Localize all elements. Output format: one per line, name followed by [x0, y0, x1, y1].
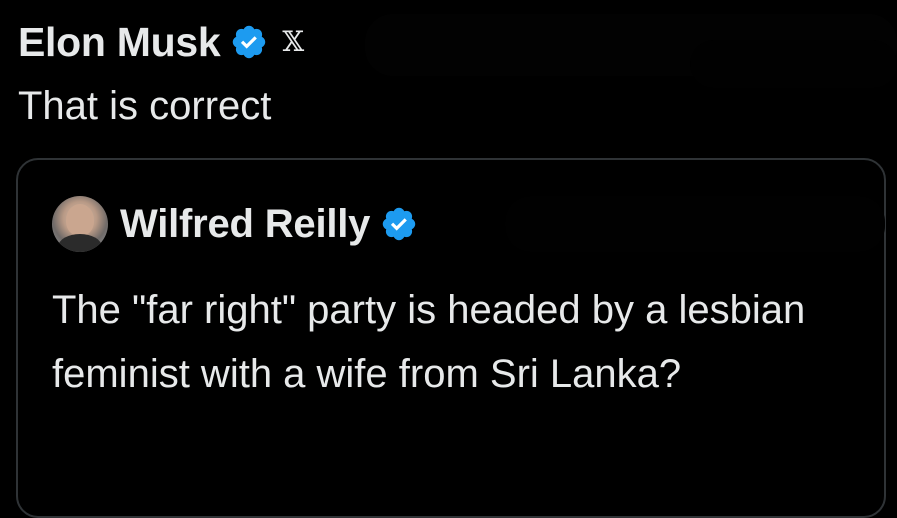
author-name[interactable]: Elon Musk: [18, 19, 221, 66]
author-row: Elon Musk 𝕏: [18, 12, 304, 72]
x-logo-icon[interactable]: 𝕏: [282, 28, 304, 56]
verified-badge-icon[interactable]: [380, 205, 418, 243]
redaction-mark: [505, 196, 885, 252]
quoted-author-name[interactable]: Wilfred Reilly: [120, 202, 370, 247]
avatar-face: [66, 204, 94, 236]
quoted-post-text: The "far right" party is headed by a les…: [52, 288, 806, 396]
avatar-body: [58, 234, 102, 252]
verified-badge-icon[interactable]: [230, 23, 268, 61]
avatar[interactable]: [52, 196, 108, 252]
post-text: That is correct: [18, 84, 272, 128]
redaction-mark: [690, 40, 897, 88]
post: Elon Musk 𝕏 That is correct Wilfred Reil…: [0, 0, 897, 518]
quoted-post-header: Wilfred Reilly: [52, 196, 418, 252]
